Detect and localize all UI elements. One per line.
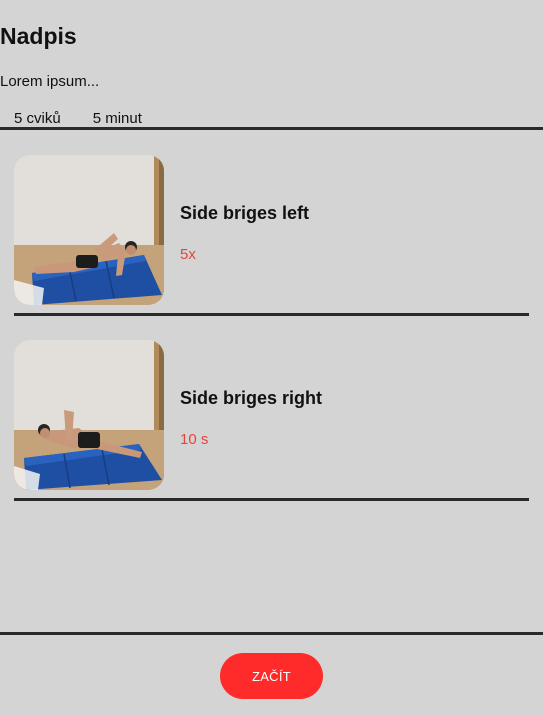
exercise-name: Side briges left <box>180 203 310 223</box>
exercise-thumbnail <box>14 340 164 490</box>
exercise-photo-side-bridge-left <box>14 155 164 305</box>
exercise-item[interactable]: Side briges left 5x <box>14 155 529 316</box>
workout-screen: Nadpis Lorem ipsum... 5 cviků 5 minut Si… <box>0 0 543 715</box>
header-divider <box>0 127 543 130</box>
exercise-amount: 10 s <box>180 431 209 448</box>
exercise-divider <box>14 313 529 316</box>
exercise-name: Side briges right <box>180 388 323 408</box>
exercise-item[interactable]: Side briges right 10 s <box>14 340 529 501</box>
page-title: Nadpis <box>0 23 77 49</box>
footer-divider <box>0 632 543 635</box>
workout-meta: 5 cviků 5 minut <box>14 109 142 129</box>
exercise-count: 5 cviků <box>14 110 61 127</box>
start-button[interactable]: ZAČÍT <box>220 653 323 699</box>
page-subtitle: Lorem ipsum... <box>0 73 100 90</box>
workout-duration: 5 minut <box>92 110 142 127</box>
exercise-thumbnail <box>14 155 164 305</box>
exercise-photo-side-bridge-right <box>14 340 164 490</box>
exercise-amount: 5x <box>180 246 196 263</box>
exercise-divider <box>14 498 529 501</box>
